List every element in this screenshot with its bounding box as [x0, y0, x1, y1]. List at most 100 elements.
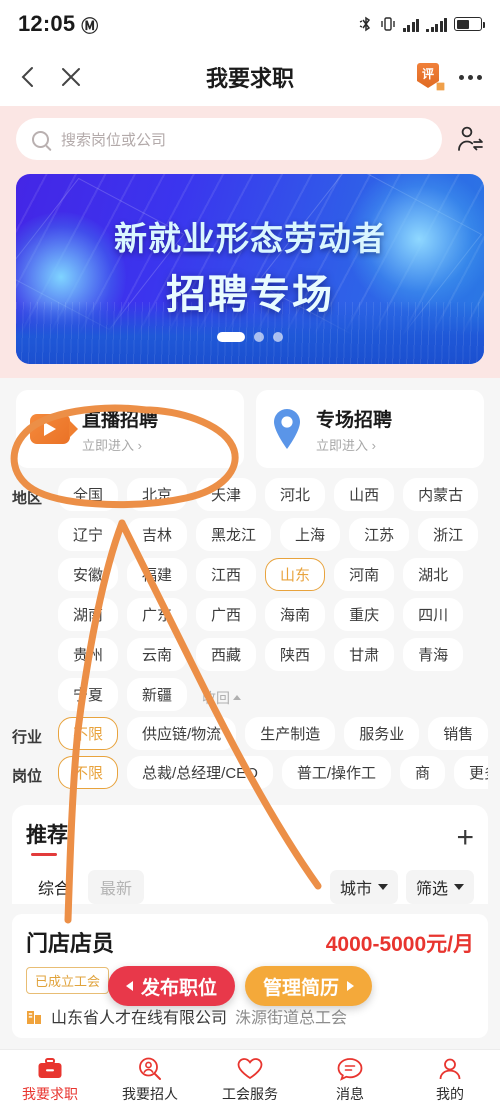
chip-region[interactable]: 山西 [334, 478, 395, 511]
job-salary: 4000-5000元/月 [325, 933, 474, 956]
tab-label: 我要招人 [122, 1086, 178, 1102]
review-shield-icon[interactable]: 评 [417, 63, 443, 91]
chip-position-selected[interactable]: 不限 [58, 756, 119, 789]
chip-region[interactable]: 青海 [403, 638, 464, 671]
card-title: 专场招聘 [316, 409, 393, 431]
chip-region[interactable]: 天津 [196, 478, 257, 511]
chip-region[interactable]: 北京 [127, 478, 188, 511]
live-video-icon [30, 414, 78, 444]
collapse-region-button[interactable]: 收回 [196, 678, 245, 711]
chip-region[interactable]: 福建 [127, 558, 188, 591]
app-screen: 12:05 Ⓜ 我要求职 评 搜索岗位或公司 新就业形态劳动者 招聘专场 直播招… [0, 0, 500, 1111]
chip-position[interactable]: 普工/操作工 [281, 756, 392, 789]
sort-tab-comprehensive[interactable]: 综合 [26, 870, 82, 904]
search-placeholder: 搜索岗位或公司 [61, 131, 167, 149]
chip-industry[interactable]: 服务业 [344, 717, 420, 750]
chip-region[interactable]: 湖北 [403, 558, 464, 591]
chip-industry[interactable]: 供应链/物流 [127, 717, 237, 750]
heart-icon [237, 1058, 263, 1080]
chip-region[interactable]: 河南 [334, 558, 395, 591]
chevron-down-icon [454, 884, 464, 890]
triangle-left-icon [126, 981, 133, 991]
chip-region[interactable]: 宁夏 [58, 678, 119, 711]
tab-job-seeking[interactable]: 我要求职 [0, 1050, 100, 1111]
chip-region[interactable]: 黑龙江 [196, 518, 272, 551]
banner-text: 新就业形态劳动者 招聘专场 [16, 212, 484, 320]
chip-region[interactable]: 辽宁 [58, 518, 119, 551]
location-pin-icon [274, 409, 300, 449]
chip-region[interactable]: 内蒙古 [403, 478, 479, 511]
special-recruitment-card[interactable]: 专场招聘 立即进入 › [256, 390, 484, 468]
chip-region[interactable]: 贵州 [58, 638, 119, 671]
chip-position[interactable]: 总裁/总经理/CEO [127, 756, 273, 789]
chip-region[interactable]: 江苏 [349, 518, 410, 551]
chip-region[interactable]: 全国 [58, 478, 119, 511]
pagination-dot[interactable] [254, 332, 264, 342]
chip-region-selected[interactable]: 山东 [265, 558, 326, 591]
chip-position[interactable]: 商 [400, 756, 446, 789]
tab-label: 我要求职 [22, 1086, 78, 1102]
sort-tab-newest[interactable]: 最新 [88, 870, 145, 904]
review-badge-text: 评 [421, 67, 434, 81]
tab-profile[interactable]: 我的 [400, 1050, 500, 1111]
banner-line2: 招聘专场 [166, 273, 334, 317]
pagination-dot-active[interactable] [217, 332, 245, 342]
promo-banner[interactable]: 新就业形态劳动者 招聘专场 [16, 174, 484, 364]
close-icon[interactable] [60, 66, 82, 88]
chip-region[interactable]: 陕西 [265, 638, 326, 671]
chip-region[interactable]: 上海 [280, 518, 341, 551]
chip-region[interactable]: 湖南 [58, 598, 119, 631]
chip-industry[interactable]: 生产制造 [245, 717, 336, 750]
job-company-row: 山东省人才在线有限公司 洙源街道总工会 [26, 1004, 474, 1028]
job-card-header: 门店店员 4000-5000元/月 [26, 926, 474, 958]
nfc-icon: Ⓜ [81, 16, 99, 37]
status-time: 12:05 [18, 11, 76, 36]
chip-region[interactable]: 重庆 [334, 598, 395, 631]
entry-cards: 直播招聘 立即进入 › 专场招聘 立即进入 › [0, 378, 500, 468]
banner-line1: 新就业形态劳动者 [114, 220, 386, 257]
recommend-header: 推荐 + [26, 819, 474, 856]
search-input[interactable]: 搜索岗位或公司 [16, 118, 442, 160]
card-subtitle: 立即进入 › [82, 435, 158, 454]
chevron-left-icon[interactable] [18, 65, 38, 89]
live-recruitment-card[interactable]: 直播招聘 立即进入 › [16, 390, 244, 468]
chip-region[interactable]: 西藏 [196, 638, 257, 671]
tab-messages[interactable]: 消息 [300, 1050, 400, 1111]
chip-region[interactable]: 吉林 [127, 518, 188, 551]
chip-industry-selected[interactable]: 不限 [58, 717, 119, 750]
nav-bar: 我要求职 评 [0, 48, 500, 106]
dropdown-filter[interactable]: 筛选 [405, 870, 474, 904]
tab-union-service[interactable]: 工会服务 [200, 1050, 300, 1111]
plus-icon[interactable]: + [456, 822, 474, 852]
chip-region[interactable]: 云南 [127, 638, 188, 671]
chip-region[interactable]: 四川 [403, 598, 464, 631]
search-row: 搜索岗位或公司 [16, 118, 484, 160]
search-icon [32, 130, 49, 148]
chip-region[interactable]: 海南 [265, 598, 326, 631]
manage-resume-button[interactable]: 管理简历 [245, 966, 373, 1006]
chip-region[interactable]: 浙江 [418, 518, 479, 551]
battery-icon [454, 17, 485, 31]
dropdown-city[interactable]: 城市 [329, 870, 398, 904]
person-switch-icon[interactable] [456, 125, 484, 153]
chip-region[interactable]: 新疆 [127, 678, 188, 711]
filter-label-position: 岗位 [12, 768, 43, 785]
chip-region[interactable]: 安徽 [58, 558, 119, 591]
chip-region[interactable]: 江西 [196, 558, 257, 591]
post-job-button[interactable]: 发布职位 [108, 966, 236, 1006]
filter-label-industry: 行业 [12, 729, 43, 746]
status-bar-left: 12:05 Ⓜ [18, 11, 98, 37]
dropdown-city-label: 城市 [339, 881, 372, 898]
tab-hiring[interactable]: 我要招人 [100, 1050, 200, 1111]
banner-pagination[interactable] [16, 332, 484, 342]
chip-industry[interactable]: 销售 [428, 717, 488, 750]
chip-position[interactable]: 更多 [454, 756, 488, 789]
building-icon [27, 1010, 41, 1024]
chip-region[interactable]: 河北 [265, 478, 326, 511]
tab-recommend[interactable]: 推荐 [26, 819, 68, 856]
chip-region[interactable]: 甘肃 [334, 638, 395, 671]
chip-region[interactable]: 广东 [127, 598, 188, 631]
pagination-dot[interactable] [273, 332, 283, 342]
chip-region[interactable]: 广西 [196, 598, 257, 631]
more-horizontal-icon[interactable] [459, 74, 482, 80]
